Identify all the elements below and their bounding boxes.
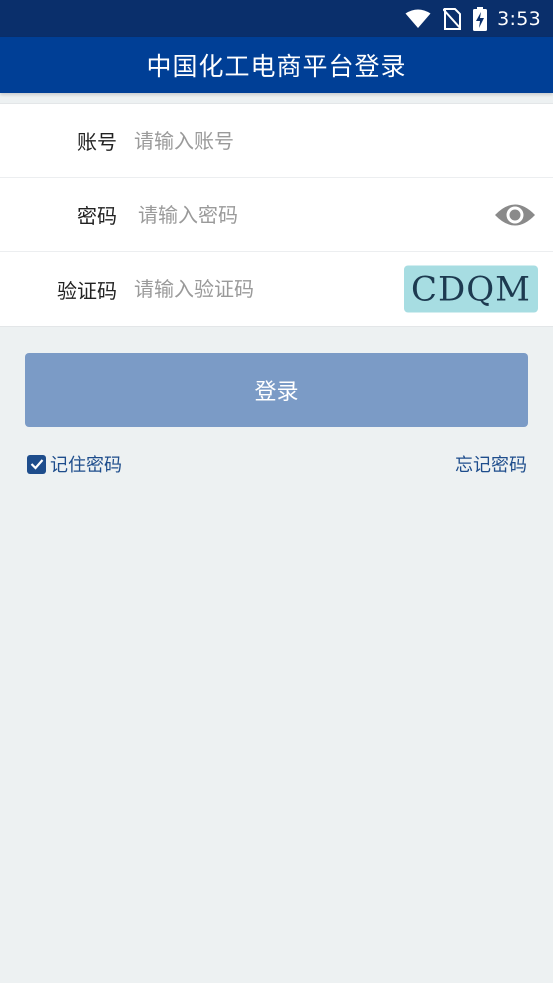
status-bar: 3:53 [0,0,553,37]
remember-password-toggle[interactable]: 记住密码 [27,451,122,477]
no-sim-icon [443,7,462,30]
account-row: 账号 [0,104,553,178]
eye-icon[interactable] [493,200,537,230]
account-input[interactable] [134,120,553,161]
password-label: 密码 [77,204,117,228]
password-input[interactable] [138,194,483,235]
forgot-password-link[interactable]: 忘记密码 [455,451,527,477]
wifi-icon [405,9,431,29]
battery-charging-icon [473,6,488,31]
captcha-text: CDQM [411,269,531,309]
remember-password-label: 记住密码 [50,455,122,476]
login-form: 账号 密码 验证码 CDQM [0,103,553,327]
captcha-row: 验证码 CDQM [0,252,553,326]
status-time: 3:53 [497,7,541,30]
checkbox-checked-icon[interactable] [27,454,46,474]
captcha-image[interactable]: CDQM [404,265,538,313]
captcha-input[interactable] [134,269,393,309]
account-label: 账号 [77,130,117,154]
login-button[interactable]: 登录 [25,353,528,427]
password-row: 密码 [0,178,553,252]
login-options: 记住密码 忘记密码 [27,451,527,477]
captcha-label: 验证码 [57,278,117,303]
app-bar: 中国化工电商平台登录 [0,37,553,93]
page-title: 中国化工电商平台登录 [146,52,407,81]
